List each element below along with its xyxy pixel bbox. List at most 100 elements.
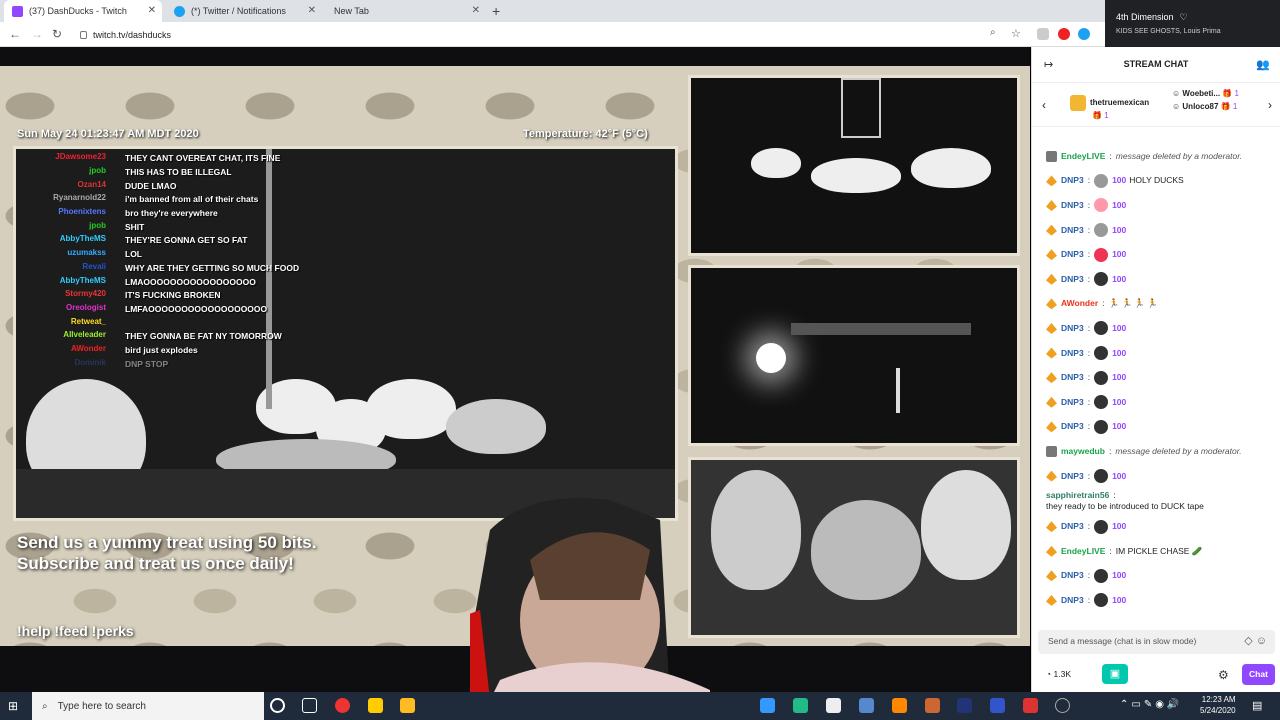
heart-icon[interactable]: ♡ (1180, 12, 1188, 22)
deleted-message-text: message deleted by a moderator. (1115, 150, 1243, 161)
zoom-icon[interactable]: ⌕ (990, 27, 996, 38)
duck (921, 470, 1011, 580)
cheer-bits: 100 (1112, 372, 1127, 383)
chat-username[interactable]: maywedub (1061, 446, 1105, 457)
tab-twitch[interactable]: (37) DashDucks - Twitch ✕ (4, 0, 162, 22)
forward-arrow-icon[interactable]: → (31, 27, 43, 41)
chat-username[interactable]: DNP3 (1061, 175, 1084, 186)
users-icon[interactable]: 👥 (1256, 58, 1270, 71)
notification-icon[interactable]: ▤ (1252, 699, 1262, 712)
extension-icon[interactable] (1037, 28, 1049, 40)
windows-start-icon[interactable]: ⊞ (8, 699, 18, 713)
app-icon[interactable] (892, 698, 907, 713)
folder-icon[interactable] (400, 698, 415, 713)
close-tab-icon[interactable]: ✕ (148, 5, 156, 16)
app-icon[interactable] (859, 698, 874, 713)
back-arrow-icon[interactable]: ← (9, 27, 21, 41)
cheer-emote-icon (1094, 272, 1109, 287)
app-icon[interactable] (760, 698, 775, 713)
chat-messages[interactable]: EndeyLIVE: message deleted by a moderator… (1032, 142, 1280, 624)
chat-input[interactable]: Send a message (chat is in slow mode) ◇ … (1038, 630, 1275, 654)
chat-username[interactable]: DNP3 (1061, 372, 1084, 383)
star-icon[interactable]: ☆ (1011, 27, 1021, 40)
channel-points[interactable]: ◔ 1.3K (1046, 669, 1071, 679)
windows-taskbar: ⊞ ⌕ Type here to search ⌃▭✎◉🔊 12:23 AM 5… (0, 692, 1280, 720)
taskbar-search[interactable]: ⌕ Type here to search (32, 692, 264, 720)
overlay-chat-username: Retweat_ (70, 316, 106, 326)
system-clock[interactable]: 12:23 AM 5/24/2020 (1200, 694, 1236, 716)
tab-twitter[interactable]: (*) Twitter / Notifications ✕ (166, 0, 322, 22)
points-claim-button[interactable]: ▣ (1102, 664, 1128, 684)
chat-message: DNP3: 100 (1032, 339, 1280, 364)
app-icon[interactable] (925, 698, 940, 713)
opera-icon[interactable] (1058, 28, 1070, 40)
chat-message-text: IM PICKLE CHASE 🥒 (1115, 545, 1203, 556)
store-icon[interactable] (368, 698, 383, 713)
cheer-bits: 100 (1112, 273, 1127, 284)
chat-username[interactable]: DNP3 (1061, 570, 1084, 581)
cortana-icon[interactable] (270, 698, 285, 713)
chat-username[interactable]: DNP3 (1061, 521, 1084, 532)
task-view-icon[interactable] (302, 698, 317, 713)
avatar: ☺ (1172, 89, 1181, 98)
media-popup[interactable]: 4th Dimension ♡ KIDS SEE GHOSTS, Louis Pr… (1105, 0, 1280, 47)
chat-title: STREAM CHAT (1123, 59, 1189, 69)
chevron-right-icon[interactable]: › (1268, 98, 1272, 112)
cheer-emote-icon (1094, 519, 1109, 534)
close-tab-icon[interactable]: ✕ (308, 5, 316, 16)
cheer-bits: 100 (1112, 175, 1127, 186)
overlay-chat-row: AIIveleader THEY GONNA BE FAT NY TOMORROW (20, 328, 420, 342)
duck (751, 148, 801, 178)
overlay-chat-username: Ryanarnold22 (53, 193, 106, 203)
chat-username[interactable]: DNP3 (1061, 274, 1084, 285)
chat-message: DNP3: 100 (1032, 586, 1280, 611)
chevron-left-icon[interactable]: ‹ (1042, 98, 1046, 112)
twitter-extension-icon[interactable] (1078, 28, 1090, 40)
chat-separator: : (1109, 545, 1112, 556)
treat-banner: Send us a yummy treat using 50 bits. Sub… (17, 533, 317, 573)
chat-username[interactable]: DNP3 (1061, 225, 1084, 236)
app-icon[interactable] (1055, 698, 1070, 713)
chat-username[interactable]: AWonder (1061, 298, 1098, 309)
reload-icon[interactable]: ↻ (52, 27, 62, 41)
tab-new[interactable]: New Tab ✕ (326, 0, 486, 22)
gear-icon[interactable]: ⚙ (1218, 668, 1229, 682)
overlay-chat-username: Oreologist (65, 302, 106, 312)
overlay-chat-username: Phoenixtens (58, 207, 106, 217)
chat-message: DNP3: 100 HOLY DUCKS (1032, 167, 1280, 192)
chat-separator: : (1087, 570, 1091, 581)
chat-send-button[interactable]: Chat (1242, 664, 1275, 685)
chat-username[interactable]: EndeyLIVE (1061, 151, 1105, 162)
url-field[interactable]: twitch.tv/dashducks (80, 26, 1030, 43)
chat-message: DNP3: 100 (1032, 562, 1280, 587)
chat-message: DNP3: 100 (1032, 363, 1280, 388)
chat-username[interactable]: DNP3 (1061, 421, 1084, 432)
system-tray-icons[interactable]: ⌃▭✎◉🔊 (1120, 699, 1182, 710)
chat-username[interactable]: DNP3 (1061, 323, 1084, 334)
chat-message-text: HOLY DUCKS (1129, 175, 1184, 186)
app-icon[interactable] (793, 698, 808, 713)
chat-username[interactable]: sapphiretrain56 (1046, 490, 1109, 501)
gift-entry: thetruemexican 🎁 1 (1070, 95, 1170, 120)
chat-username[interactable]: DNP3 (1061, 249, 1084, 260)
chat-username[interactable]: DNP3 (1061, 200, 1084, 211)
overlay-chat-row: AbbyTheMS THEY'RE GONNA GET SO FAT (20, 232, 420, 246)
overlay-chat-username: Stormy420 (65, 289, 106, 299)
chat-username[interactable]: DNP3 (1061, 595, 1084, 606)
badge-icon (1046, 570, 1057, 582)
chat-username[interactable]: DNP3 (1061, 471, 1084, 482)
close-tab-icon[interactable]: ✕ (472, 5, 480, 16)
cheer-bits: 100 (1112, 570, 1127, 581)
chat-username[interactable]: DNP3 (1061, 397, 1084, 408)
chrome-icon[interactable] (335, 698, 350, 713)
app-icon[interactable] (990, 698, 1005, 713)
new-tab-button[interactable]: + (492, 3, 500, 19)
chat-username[interactable]: DNP3 (1061, 348, 1084, 359)
emote-icon[interactable]: ◇ ☺ (1244, 634, 1267, 647)
app-icon[interactable] (957, 698, 972, 713)
browser-tab-bar: (37) DashDucks - Twitch ✕ (*) Twitter / … (0, 0, 1105, 22)
chat-username[interactable]: EndeyLIVE (1061, 546, 1105, 557)
app-icon[interactable] (826, 698, 841, 713)
camera-feed-middle (688, 265, 1020, 446)
app-icon[interactable] (1023, 698, 1038, 713)
